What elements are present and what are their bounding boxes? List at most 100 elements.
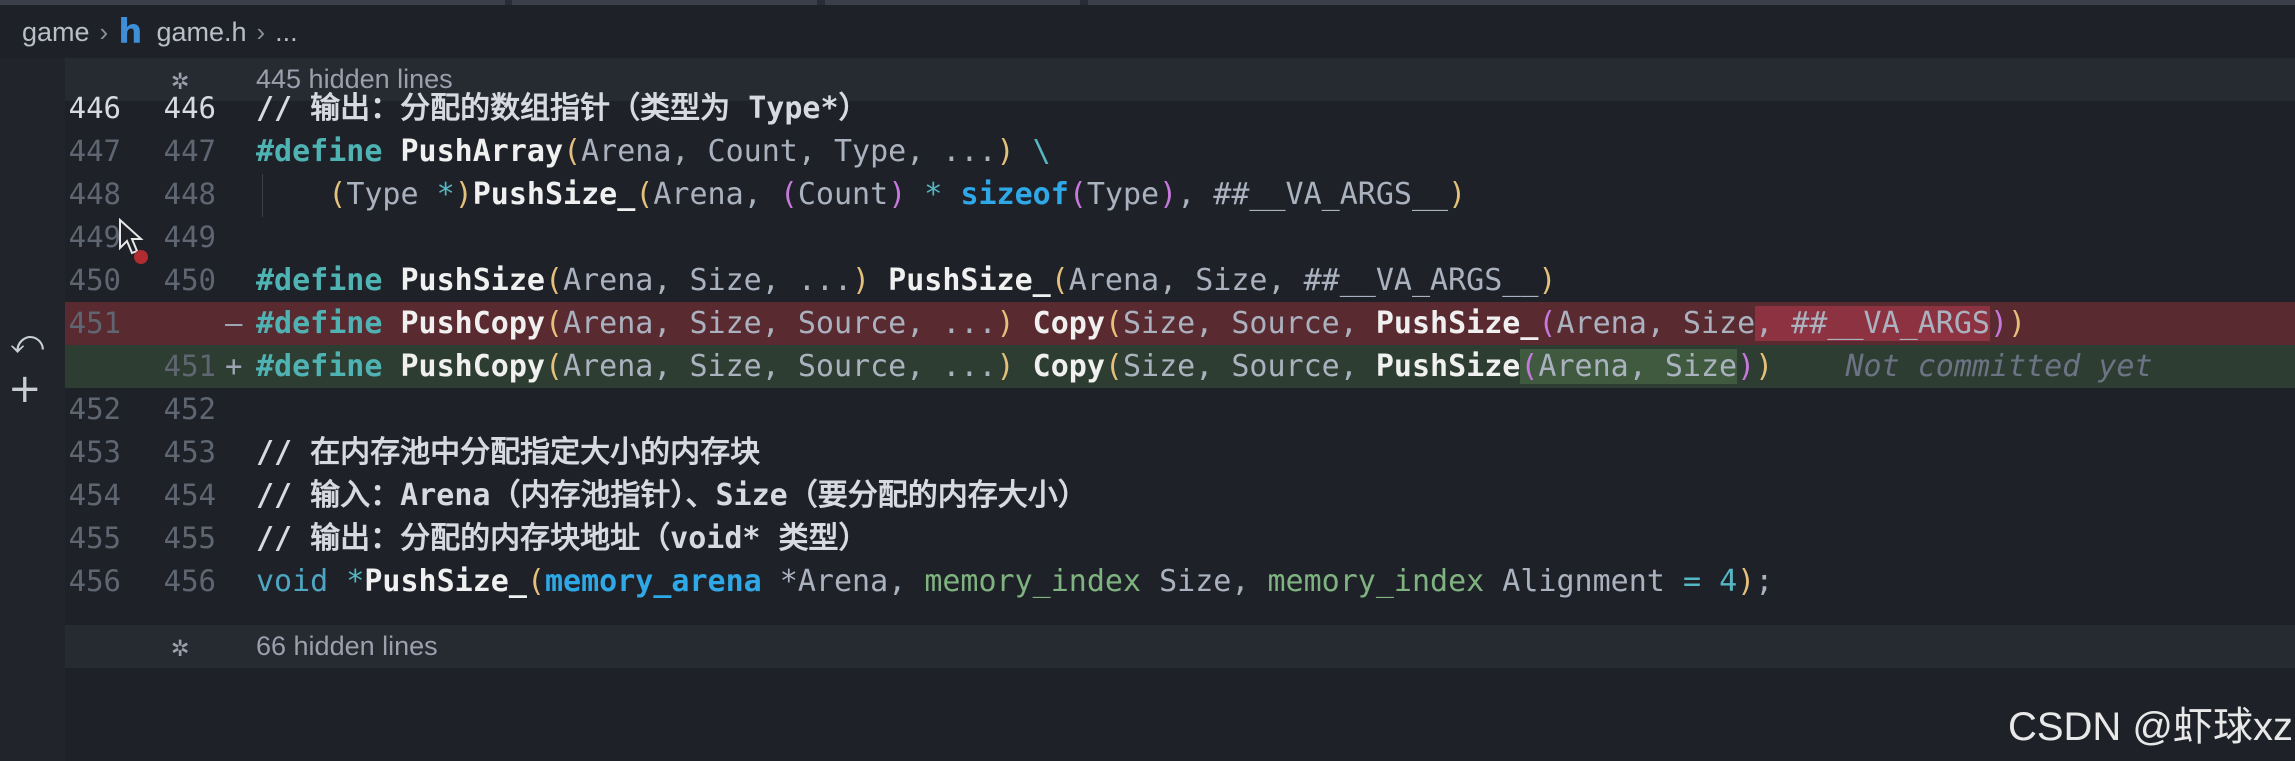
new-line-number: 450 [163, 263, 216, 297]
paren: ) [2008, 306, 2027, 341]
new-line-number: 455 [163, 521, 216, 555]
code-line: 455 455 // 输出：分配的内存块地址（void* 类型） [65, 517, 2295, 560]
code-text[interactable]: (Type *)PushSize_(Arena, (Count) * sizeo… [256, 173, 1466, 216]
paren: ) [454, 177, 473, 212]
param: *Arena, [761, 564, 925, 599]
code-line: 448 448 (Type *)PushSize_(Arena, (Count)… [65, 173, 2295, 216]
type-name: memory_arena [545, 564, 762, 599]
paren: ( [1104, 306, 1123, 341]
breadcrumb-file[interactable]: game.h [156, 17, 246, 48]
arg: Arena, [653, 177, 780, 212]
old-line-number: 455 [68, 521, 121, 555]
new-line-number: 448 [163, 177, 216, 211]
paren: ( [1520, 349, 1539, 384]
operator: * [906, 177, 961, 212]
comment: // 输出：分配的数组指针（类型为 Type*） [256, 91, 869, 126]
macro-name: PushCopy [400, 349, 546, 384]
old-line-number: 454 [68, 478, 121, 512]
keyword-void: void [256, 564, 329, 599]
old-line-number: 453 [68, 435, 121, 469]
code-line: 452 452 [65, 388, 2295, 431]
new-line-number: 452 [163, 392, 216, 426]
type-name: memory_index [1267, 564, 1485, 599]
paren: ) [996, 349, 1015, 384]
watermark: CSDN @虾球xz [2007, 705, 2293, 749]
paren: ( [563, 134, 582, 169]
code-text[interactable]: #define PushCopy(Arena, Size, Source, ..… [256, 345, 2153, 388]
code-text[interactable]: // 输出：分配的数组指针（类型为 Type*） [256, 87, 869, 130]
breadcrumb-symbols[interactable]: ... [275, 17, 298, 48]
hidden-lines-label[interactable]: 66 hidden lines [256, 625, 438, 668]
code-text[interactable]: // 在内存池中分配指定大小的内存块 [256, 431, 760, 474]
macro-name: PushArray [400, 134, 564, 169]
operator: * [436, 177, 455, 212]
inline-blame: Not committed yet [1845, 349, 2153, 384]
unfold-icon[interactable]: ✲ [171, 629, 189, 664]
code-text[interactable]: #define PushCopy(Arena, Size, Source, ..… [256, 302, 2026, 345]
function-name: PushSize_ [1375, 306, 1539, 341]
paren: ( [545, 349, 564, 384]
keyword: #define [256, 349, 383, 384]
old-line-number: 450 [68, 263, 121, 297]
new-line-number: 447 [163, 134, 216, 168]
function-name: Copy [1032, 306, 1105, 341]
new-line-number: 454 [163, 478, 216, 512]
code-line: 453 453 // 在内存池中分配指定大小的内存块 [65, 431, 2295, 474]
paren: ( [328, 177, 347, 212]
arg: Count [797, 177, 889, 212]
code-text[interactable]: void *PushSize_(memory_arena *Arena, mem… [256, 560, 1773, 603]
code-text[interactable]: // 输入：Arena（内存池指针）、Size（要分配的内存大小） [256, 474, 1088, 517]
code-text[interactable]: #define PushArray(Arena, Count, Type, ..… [256, 130, 1051, 173]
paren: ( [545, 306, 564, 341]
minus-icon: — [225, 306, 243, 340]
chevron-right-icon: › [256, 16, 266, 47]
indent-guide [262, 174, 263, 217]
args: Arena, Size [1556, 306, 1756, 341]
keyword: #define [256, 134, 383, 169]
comment: // 在内存池中分配指定大小的内存块 [256, 435, 761, 470]
params: Arena, Size, Source, ... [563, 306, 997, 341]
code-line: 454 454 // 输入：Arena（内存池指针）、Size（要分配的内存大小… [65, 474, 2295, 517]
paren: ( [779, 177, 798, 212]
paren: ) [1755, 349, 1774, 384]
params: Arena, Size, ... [563, 263, 853, 298]
stage-change-icon[interactable]: + [8, 366, 42, 412]
param: Alignment [1484, 564, 1683, 599]
tab-strip-segment [825, 0, 1080, 5]
hidden-lines-fold-bottom[interactable]: ✲ 66 hidden lines [65, 625, 2295, 668]
function-name: PushSize_ [364, 564, 527, 599]
old-line-number: 449 [68, 220, 121, 254]
breadcrumb: game › h game.h › ... [0, 8, 2295, 56]
breadcrumb-folder[interactable]: game [22, 17, 90, 48]
chevron-right-icon: › [99, 16, 109, 47]
paren: ) [888, 177, 907, 212]
code-line: 456 456 void *PushSize_(memory_arena *Ar… [65, 560, 2295, 603]
paren: ( [545, 263, 564, 298]
new-line-number: 446 [163, 91, 216, 125]
code-text[interactable]: #define PushSize(Arena, Size, ...) PushS… [256, 259, 1556, 302]
paren: ) [1737, 564, 1756, 599]
c-header-file-icon: h [118, 12, 143, 52]
args: Arena, Size [1538, 349, 1738, 384]
function-name: PushSize_ [888, 263, 1051, 298]
paren: ) [996, 134, 1015, 169]
paren: ( [1104, 349, 1123, 384]
paren: ) [1159, 177, 1178, 212]
old-line-number: 446 [68, 91, 121, 125]
code-text[interactable]: // 输出：分配的内存块地址（void* 类型） [256, 517, 869, 560]
paren: ( [1050, 263, 1069, 298]
breakpoint-icon[interactable] [134, 250, 148, 264]
revert-change-icon[interactable]: ⤺ [10, 323, 44, 362]
function-name: PushSize [1375, 349, 1521, 384]
number-literal: 4 [1719, 564, 1738, 599]
old-line-number: 448 [68, 177, 121, 211]
paren: ) [852, 263, 871, 298]
new-line-number: 456 [163, 564, 216, 598]
paren: ( [635, 177, 654, 212]
operator: * [328, 564, 365, 599]
old-line-number: 456 [68, 564, 121, 598]
params: Arena, Count, Type, ... [581, 134, 997, 169]
params: Arena, Size, Source, ... [563, 349, 997, 384]
